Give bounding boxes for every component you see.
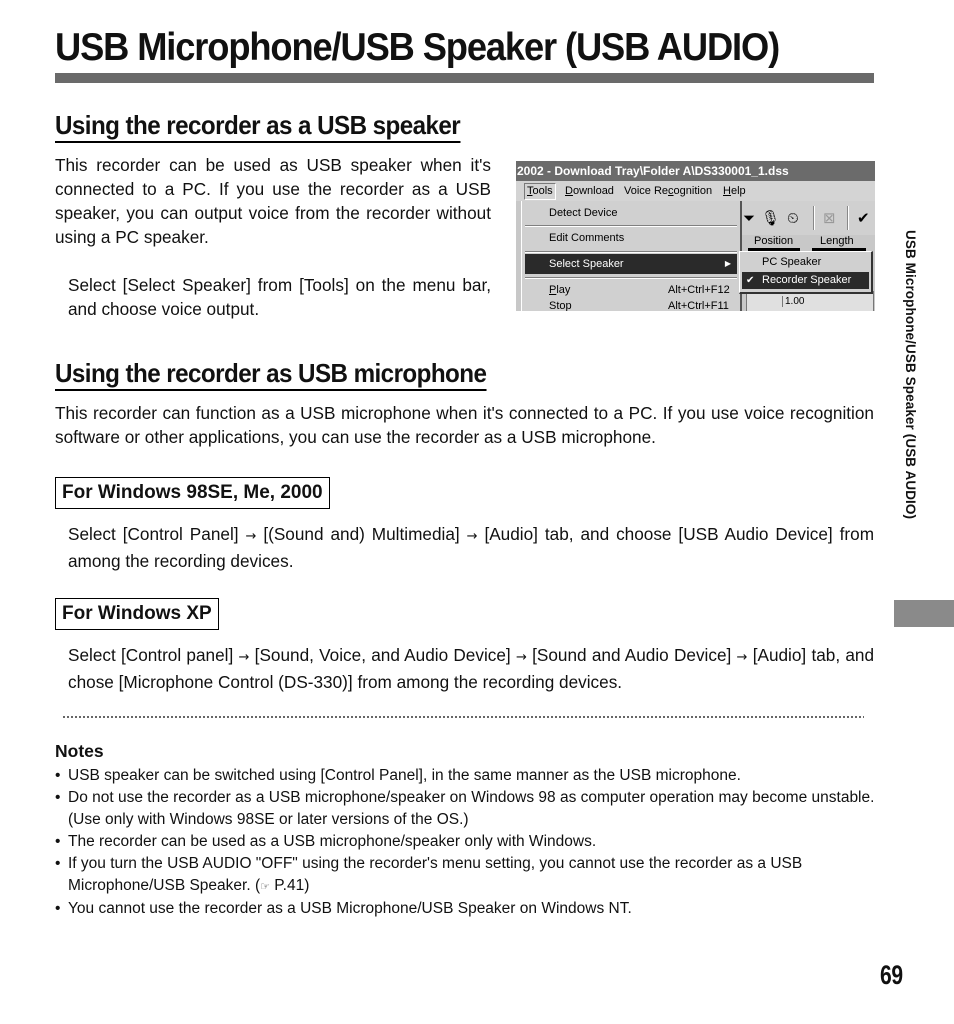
side-chapter-label: USB Microphone/USB Speaker (USB AUDIO) xyxy=(898,230,920,590)
notes-list: • USB speaker can be switched using [Cont… xyxy=(55,765,885,920)
winxp-heading: For Windows XP xyxy=(55,598,219,630)
menu-separator xyxy=(525,251,737,253)
note-item: • If you turn the USB AUDIO "OFF" using t… xyxy=(55,855,803,894)
menu-bar: Tools Download Voice Recognition Help xyxy=(516,181,875,201)
bullet-icon: • xyxy=(55,789,61,806)
menu-item-edit-comments[interactable]: Edit Comments xyxy=(525,228,737,248)
bullet-icon: • xyxy=(55,833,61,850)
note-item: • The recorder can be used as a USB micro… xyxy=(55,831,885,853)
speaker-section-heading: Using the recorder as a USB speaker xyxy=(55,110,461,143)
microphone-icon[interactable]: 🎙 xyxy=(761,209,780,227)
page-title: USB Microphone/USB Speaker (USB AUDIO) xyxy=(55,26,780,69)
dotted-divider xyxy=(62,716,864,718)
page-reference-icon: ☞ xyxy=(260,880,270,893)
arrow-icon: → xyxy=(736,650,748,665)
toolbar-separator xyxy=(813,206,815,230)
menu-separator xyxy=(525,277,737,279)
mic-intro-text: This recorder can function as a USB micr… xyxy=(55,403,874,447)
note-item: • Do not use the recorder as a USB microp… xyxy=(55,789,875,828)
notes-heading: Notes xyxy=(55,741,104,761)
app-screenshot: 2002 - Download Tray\Folder A\DS330001_1… xyxy=(516,161,875,311)
side-chapter-label-text: USB Microphone/USB Speaker (USB AUDIO) xyxy=(903,230,918,520)
arrow-icon: → xyxy=(238,650,250,665)
shortcut-label: Alt+Ctrl+F11 xyxy=(668,300,729,311)
window-title-bar: 2002 - Download Tray\Folder A\DS330001_1… xyxy=(516,161,875,181)
menu-tools[interactable]: Tools xyxy=(524,183,556,200)
menu-item-label: Select Speaker xyxy=(549,258,624,270)
submenu-item-pc-speaker[interactable]: PC Speaker xyxy=(742,254,869,271)
voice-recognition-icon[interactable]: ⊠ xyxy=(823,209,836,227)
page-number: 69 xyxy=(880,960,903,990)
tools-dropdown-menu: Detect Device Edit Comments Select Speak… xyxy=(521,201,742,311)
note-item: • USB speaker can be switched using [Cont… xyxy=(55,765,885,787)
ruler-value: 1.00 xyxy=(782,296,804,307)
submenu-item-label: Recorder Speaker xyxy=(762,274,852,286)
arrow-icon: → xyxy=(515,650,527,665)
menu-item-detect-device[interactable]: Detect Device xyxy=(525,203,737,223)
note-item: • You cannot use the recorder as a USB Mi… xyxy=(55,898,885,920)
win98-steps-text: Select [Control Panel] → [(Sound and) Mu… xyxy=(68,524,875,571)
length-label: Length xyxy=(820,235,854,247)
arrow-icon: → xyxy=(245,529,257,544)
submenu-arrow-icon: ▶ xyxy=(724,259,731,268)
filter-icon[interactable]: ⏷ xyxy=(743,209,755,227)
menu-item-stop[interactable]: Stop Alt+Ctrl+F11 xyxy=(525,296,737,311)
speed-ruler[interactable]: 1.00 xyxy=(746,291,874,311)
mic-section-heading: Using the recorder as USB microphone xyxy=(55,358,487,391)
title-underline-bar xyxy=(55,73,874,83)
menu-help[interactable]: Help xyxy=(721,181,748,201)
checkmark-icon[interactable]: ✔ xyxy=(857,209,870,227)
menu-separator xyxy=(525,225,737,227)
speaker-intro-text: This recorder can be used as USB speaker… xyxy=(55,155,491,247)
speaker-submenu: PC Speaker ✔ Recorder Speaker xyxy=(739,251,873,294)
page-reference-link[interactable]: P.41) xyxy=(270,877,309,894)
speaker-step-text: Select [Select Speaker] from [Tools] on … xyxy=(68,275,491,319)
menu-item-select-speaker[interactable]: Select Speaker ▶ xyxy=(525,254,737,274)
submenu-item-recorder-speaker[interactable]: ✔ Recorder Speaker xyxy=(742,272,869,289)
chapter-tab xyxy=(894,600,954,627)
menu-download[interactable]: Download xyxy=(563,181,616,201)
position-label: Position xyxy=(754,235,794,247)
bullet-icon: • xyxy=(55,900,61,917)
bullet-icon: • xyxy=(55,767,61,784)
menu-voice-recognition[interactable]: Voice Recognition xyxy=(622,181,714,201)
arrow-icon: → xyxy=(466,529,478,544)
toolbar-separator xyxy=(847,206,849,230)
timer-icon[interactable]: ⏲ xyxy=(787,209,799,227)
winxp-steps-text: Select [Control panel] → [Sound, Voice, … xyxy=(68,645,875,692)
check-icon: ✔ xyxy=(746,275,755,286)
toolbar: ⏷ 🎙 ⏲ ⊠ ✔ xyxy=(741,201,875,235)
win98-heading: For Windows 98SE, Me, 2000 xyxy=(55,477,330,509)
bullet-icon: • xyxy=(55,855,61,872)
